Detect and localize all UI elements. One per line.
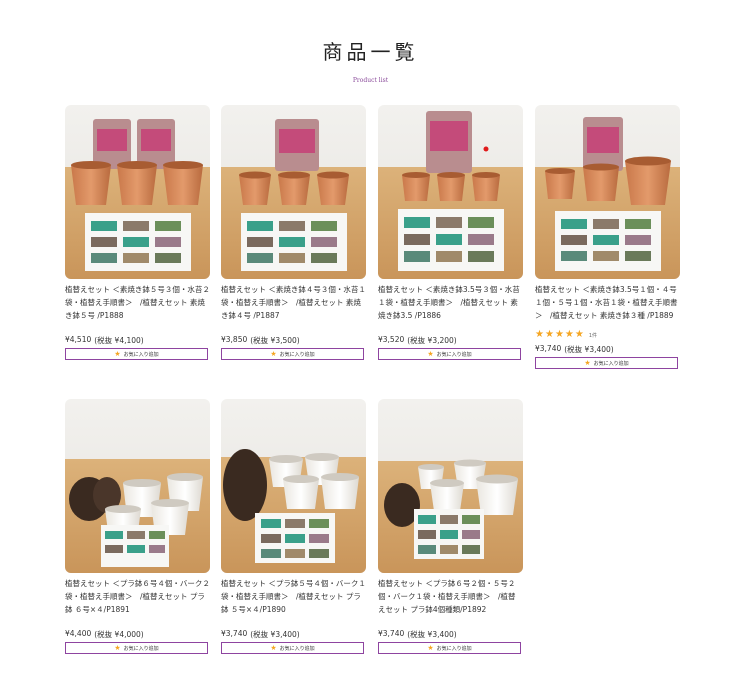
product-name[interactable]: 植替えセット ＜素焼き鉢４号３個・水苔１袋・植替え手順書＞ /植替えセット 素焼… <box>221 283 366 323</box>
product-image[interactable] <box>221 399 366 573</box>
add-favorite-label: お気に入り追加 <box>123 351 159 358</box>
product-price: ¥3,850 (税抜 ¥3,500) <box>221 335 366 346</box>
product-image[interactable] <box>378 399 523 573</box>
star-icon: ★ <box>270 643 277 652</box>
price-tax: (税抜 ¥4,000) <box>94 630 144 639</box>
price-value: ¥3,850 <box>221 335 248 344</box>
price-tax: (税抜 ¥4,100) <box>94 336 144 345</box>
add-favorite-button[interactable]: ★ お気に入り追加 <box>65 348 208 360</box>
star-icon: ★ <box>574 329 584 340</box>
star-icon: ★ <box>544 329 554 340</box>
page-header: 商品一覧 Product list <box>0 36 741 84</box>
star-icon: ★ <box>114 643 121 652</box>
price-value: ¥3,740 <box>221 629 248 638</box>
product-price: ¥3,740 (税抜 ¥3,400) <box>221 629 366 640</box>
add-favorite-button[interactable]: ★ お気に入り追加 <box>65 642 208 654</box>
product-name[interactable]: 植替えセット ＜素焼き鉢3.5号１個・４号１個・５号１個・水苔１袋・植替え手順書… <box>535 283 680 323</box>
product-name[interactable]: 植替えセット ＜素焼き鉢3.5号３個・水苔１袋・植替え手順書＞ /植替えセット … <box>378 283 523 323</box>
price-value: ¥3,740 <box>378 629 405 638</box>
product-card[interactable]: 植替えセット ＜素焼き鉢５号３個・水苔２袋・植替え手順書＞ /植替えセット 素焼… <box>65 105 210 360</box>
add-favorite-button[interactable]: ★ お気に入り追加 <box>535 357 678 369</box>
add-favorite-button[interactable]: ★ お気に入り追加 <box>221 348 364 360</box>
product-image[interactable] <box>535 105 680 279</box>
product-image[interactable] <box>65 105 210 279</box>
product-price: ¥4,510 (税抜 ¥4,100) <box>65 335 210 346</box>
price-tax: (税抜 ¥3,400) <box>564 345 614 354</box>
product-price: ¥4,400 (税抜 ¥4,000) <box>65 629 210 640</box>
product-card[interactable]: 植替えセット ＜プラ鉢５号４個・バーク１袋・植替え手順書＞ /植替えセット プラ… <box>221 399 366 654</box>
star-icon: ★ <box>554 329 564 340</box>
add-favorite-label: お気に入り追加 <box>279 645 315 652</box>
add-favorite-button[interactable]: ★ お気に入り追加 <box>378 348 521 360</box>
product-name[interactable]: 植替えセット ＜プラ鉢６号２個・５号２個・バーク１袋・植替え手順書＞ /植替えセ… <box>378 577 523 617</box>
add-favorite-button[interactable]: ★ お気に入り追加 <box>378 642 521 654</box>
star-icon: ★ <box>114 349 121 358</box>
star-icon: ★ <box>584 358 591 367</box>
price-tax: (税抜 ¥3,500) <box>250 336 300 345</box>
product-card[interactable]: 植替えセット ＜プラ鉢６号２個・５号２個・バーク１袋・植替え手順書＞ /植替えセ… <box>378 399 523 654</box>
product-price: ¥3,740 (税抜 ¥3,400) <box>535 344 680 355</box>
product-name[interactable]: 植替えセット ＜プラ鉢６号４個・バーク２袋・植替え手順書＞ /植替えセット プラ… <box>65 577 210 617</box>
star-icon: ★ <box>535 329 544 340</box>
page-subtitle: Product list <box>352 77 389 84</box>
product-card[interactable]: 植替えセット ＜素焼き鉢４号３個・水苔１袋・植替え手順書＞ /植替えセット 素焼… <box>221 105 366 360</box>
add-favorite-label: お気に入り追加 <box>593 360 629 367</box>
product-name[interactable]: 植替えセット ＜素焼き鉢５号３個・水苔２袋・植替え手順書＞ /植替えセット 素焼… <box>65 283 210 323</box>
product-image[interactable] <box>378 105 523 279</box>
star-icon: ★ <box>564 329 574 340</box>
price-value: ¥4,400 <box>65 629 92 638</box>
product-price: ¥3,740 (税抜 ¥3,400) <box>378 629 523 640</box>
product-card[interactable]: 植替えセット ＜素焼き鉢3.5号３個・水苔１袋・植替え手順書＞ /植替えセット … <box>378 105 523 360</box>
product-card[interactable]: 植替えセット ＜素焼き鉢3.5号１個・４号１個・５号１個・水苔１袋・植替え手順書… <box>535 105 680 369</box>
page-title: 商品一覧 <box>322 40 419 64</box>
price-tax: (税抜 ¥3,200) <box>407 336 457 345</box>
price-tax: (税抜 ¥3,400) <box>407 630 457 639</box>
product-price: ¥3,520 (税抜 ¥3,200) <box>378 335 523 346</box>
star-icon: ★ <box>427 643 434 652</box>
price-value: ¥4,510 <box>65 335 92 344</box>
price-tax: (税抜 ¥3,400) <box>250 630 300 639</box>
rating: ★ ★ ★ ★ ★ 1件 <box>535 329 680 341</box>
add-favorite-label: お気に入り追加 <box>436 645 472 652</box>
add-favorite-label: お気に入り追加 <box>123 645 159 652</box>
price-value: ¥3,520 <box>378 335 405 344</box>
price-value: ¥3,740 <box>535 344 562 353</box>
product-card[interactable]: 植替えセット ＜プラ鉢６号４個・バーク２袋・植替え手順書＞ /植替えセット プラ… <box>65 399 210 654</box>
add-favorite-label: お気に入り追加 <box>436 351 472 358</box>
product-image[interactable] <box>65 399 210 573</box>
star-icon: ★ <box>270 349 277 358</box>
add-favorite-label: お気に入り追加 <box>279 351 315 358</box>
rating-count: 1件 <box>588 332 598 339</box>
product-image[interactable] <box>221 105 366 279</box>
product-name[interactable]: 植替えセット ＜プラ鉢５号４個・バーク１袋・植替え手順書＞ /植替えセット プラ… <box>221 577 366 617</box>
star-icon: ★ <box>427 349 434 358</box>
add-favorite-button[interactable]: ★ お気に入り追加 <box>221 642 364 654</box>
